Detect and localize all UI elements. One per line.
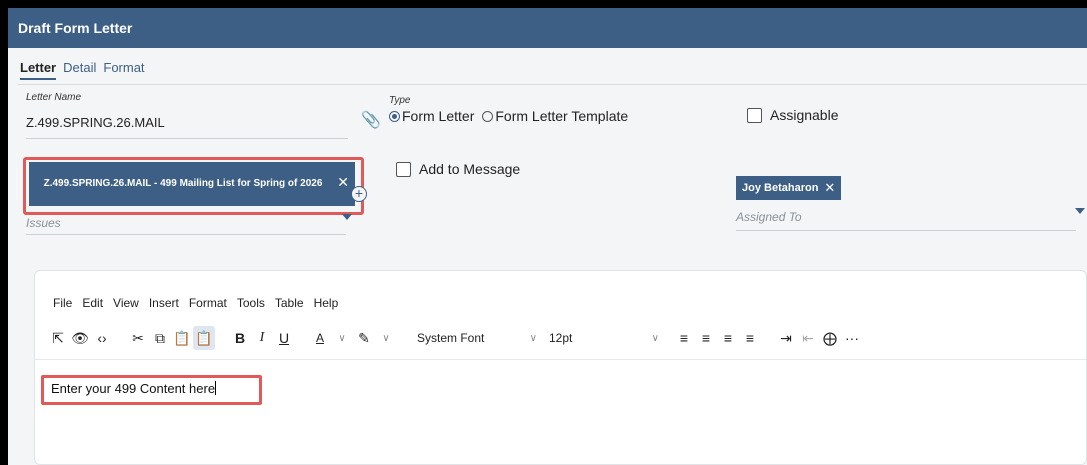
font-size-value: 12pt	[549, 331, 573, 345]
align-center-icon[interactable]: ≡	[695, 326, 717, 350]
editor-menubar: File Edit View Insert Format Tools Table…	[53, 296, 338, 310]
assigned-to-dropdown-icon[interactable]	[1075, 208, 1085, 214]
radio-form-letter[interactable]: Form Letter	[389, 108, 474, 124]
add-to-message-checkbox[interactable]	[396, 161, 411, 177]
rich-text-editor: File Edit View Insert Format Tools Table…	[34, 270, 1087, 465]
assigned-to-field[interactable]: Assigned To	[736, 210, 1076, 231]
issue-chip[interactable]: Z.499.SPRING.26.MAIL - 499 Mailing List …	[29, 162, 355, 206]
letter-name-value[interactable]: Z.499.SPRING.26.MAIL	[26, 115, 348, 139]
tab-bar: Letter Detail Format	[20, 60, 145, 80]
assignable-label: Assignable	[770, 107, 839, 123]
menu-table[interactable]: Table	[275, 296, 304, 310]
menu-edit[interactable]: Edit	[82, 296, 103, 310]
menu-insert[interactable]: Insert	[149, 296, 179, 310]
add-issue-icon[interactable]: +	[351, 186, 367, 202]
letter-name-label: Letter Name	[26, 92, 82, 103]
assigned-to-placeholder: Assigned To	[736, 210, 802, 224]
tab-letter[interactable]: Letter	[20, 60, 57, 80]
editor-content[interactable]: Enter your 499 Content here	[51, 381, 216, 396]
editor-toolbar: ⇱ 👁 ‹› ✂ ⧉ 📋 📋 B I U A ∨ ✎ ∨ System Font…	[47, 323, 1077, 353]
more-icon[interactable]: ···	[841, 326, 863, 350]
issues-dropdown-icon[interactable]	[342, 214, 352, 220]
radio-checked-icon[interactable]	[389, 110, 400, 122]
tabs-divider	[18, 84, 1087, 85]
bold-icon[interactable]: B	[229, 326, 251, 350]
draft-form-letter-window: Draft Form Letter Letter Detail Format L…	[8, 8, 1087, 465]
assignee-chip-label: Joy Betaharon	[742, 182, 819, 194]
copy-icon[interactable]: ⧉	[149, 326, 171, 350]
menu-format[interactable]: Format	[189, 296, 227, 310]
font-family-value: System Font	[417, 331, 485, 345]
source-code-icon[interactable]: ‹›	[91, 326, 113, 350]
radio-form-letter-template[interactable]: Form Letter Template	[482, 108, 628, 124]
issues-placeholder: Issues	[26, 216, 61, 230]
assignable-checkbox[interactable]	[747, 107, 762, 123]
remove-issue-icon[interactable]: ✕	[337, 175, 349, 189]
underline-icon[interactable]: U	[273, 326, 295, 350]
radio-form-letter-label: Form Letter	[402, 108, 475, 124]
menu-help[interactable]: Help	[314, 296, 339, 310]
text-color-chevron-icon[interactable]: ∨	[331, 326, 353, 350]
issues-field[interactable]: Issues	[26, 216, 346, 235]
menu-view[interactable]: View	[113, 296, 139, 310]
preview-eye-icon[interactable]: 👁	[69, 326, 91, 350]
menu-tools[interactable]: Tools	[237, 296, 265, 310]
align-left-icon[interactable]: ≡	[673, 326, 695, 350]
type-group: Type Form Letter Form Letter Template	[389, 95, 628, 124]
outdent-icon[interactable]: ⇤	[797, 326, 819, 350]
type-label: Type	[389, 95, 411, 106]
font-size-chevron-icon: ∨	[651, 332, 659, 344]
assignable-checkbox-row[interactable]: Assignable	[747, 107, 839, 123]
indent-icon[interactable]: ⇥	[775, 326, 797, 350]
font-family-chevron-icon: ∨	[529, 332, 537, 344]
paste-icon[interactable]: 📋	[171, 326, 193, 350]
highlight-color-icon[interactable]: ✎	[353, 326, 375, 350]
tab-detail[interactable]: Detail	[63, 60, 96, 80]
menu-file[interactable]: File	[53, 296, 72, 310]
issue-chip-label: Z.499.SPRING.26.MAIL - 499 Mailing List …	[43, 178, 323, 189]
font-size-select[interactable]: 12pt ∨	[549, 331, 659, 345]
add-to-message-checkbox-row[interactable]: Add to Message	[396, 161, 520, 177]
window-title: Draft Form Letter	[8, 8, 1087, 48]
remove-assignee-icon[interactable]: ✕	[824, 180, 835, 196]
toolbar-divider	[35, 359, 1086, 360]
font-family-select[interactable]: System Font ∨	[411, 331, 537, 345]
paste-text-icon[interactable]: 📋	[193, 326, 215, 350]
cut-icon[interactable]: ✂	[127, 326, 149, 350]
fullscreen-icon[interactable]: ⇱	[47, 326, 69, 350]
text-color-icon[interactable]: A	[309, 326, 331, 350]
letter-name-field[interactable]: Letter Name Z.499.SPRING.26.MAIL	[26, 92, 348, 139]
align-justify-icon[interactable]: ≡	[739, 326, 761, 350]
highlight-color-chevron-icon[interactable]: ∨	[375, 326, 397, 350]
italic-icon[interactable]: I	[251, 326, 273, 350]
add-to-message-label: Add to Message	[419, 161, 521, 177]
align-right-icon[interactable]: ≡	[717, 326, 739, 350]
assignee-chip[interactable]: Joy Betaharon ✕	[736, 176, 842, 200]
insert-anchor-icon[interactable]: ⨁	[819, 326, 841, 350]
tab-format[interactable]: Format	[103, 60, 144, 80]
radio-form-letter-template-label: Form Letter Template	[495, 108, 629, 124]
paperclip-icon[interactable]: 📎	[361, 110, 381, 130]
radio-unchecked-icon[interactable]	[482, 110, 494, 122]
